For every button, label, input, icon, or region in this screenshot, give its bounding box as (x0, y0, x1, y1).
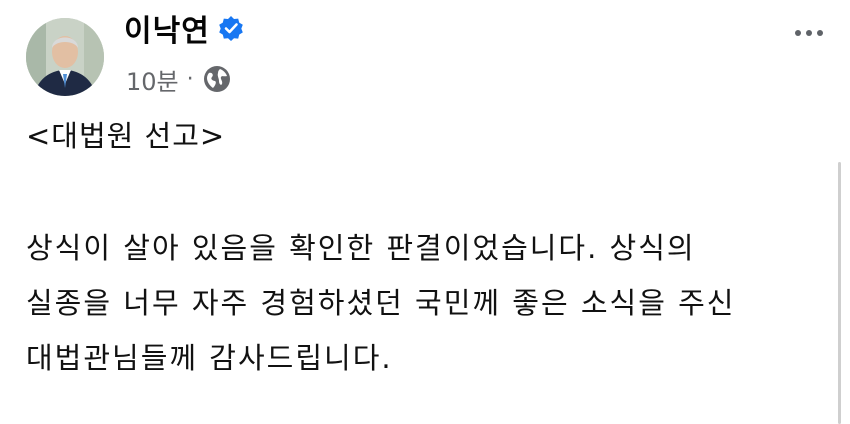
author-row: 이낙연 (124, 6, 244, 50)
more-options-button[interactable] (786, 18, 832, 48)
post-text-line: 대법관님들께 감사드립니다. (26, 341, 393, 375)
post-title: <대법원 선고> (26, 119, 226, 153)
post-text-line: 실종을 너무 자주 경험하셨던 국민께 좋은 소식을 주신 (26, 286, 736, 320)
post-body: <대법원 선고> 상식이 살아 있음을 확인한 판결이었습니다. 상식의 실종을… (26, 114, 816, 375)
author-avatar[interactable] (26, 18, 104, 96)
right-edge-divider (838, 162, 841, 424)
verified-badge-icon (218, 15, 244, 41)
more-options-icon (795, 30, 801, 36)
meta-separator: · (186, 66, 194, 92)
globe-icon[interactable] (202, 64, 232, 94)
author-name[interactable]: 이낙연 (124, 6, 210, 50)
post-timestamp[interactable]: 10분 (126, 62, 179, 97)
post-meta: 10분 · (126, 62, 232, 96)
facebook-post: 이낙연 10분 · <대법원 선고> 상식이 살아 있음을 확인한 판결이었습니… (0, 0, 850, 424)
post-text-line: 상식이 살아 있음을 확인한 판결이었습니다. 상식의 (26, 231, 696, 265)
